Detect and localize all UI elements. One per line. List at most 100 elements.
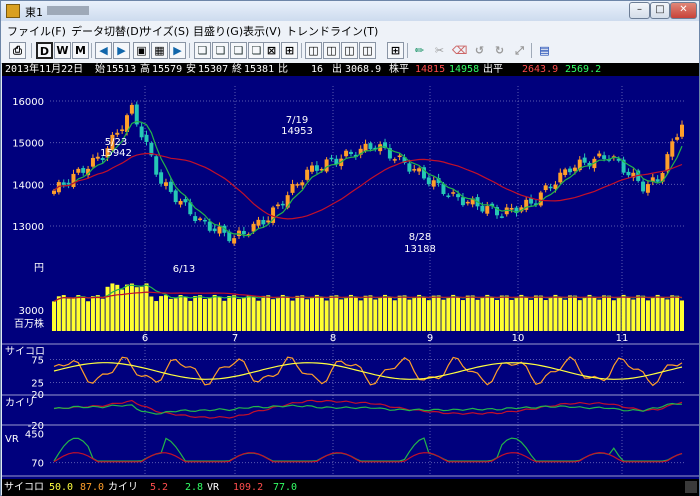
draw-trendline-button[interactable]: ✏ xyxy=(411,42,428,59)
volume-bar xyxy=(300,295,305,331)
candle-body xyxy=(465,201,470,204)
square-icon: ▣ xyxy=(136,44,147,57)
annotation-date: 8/28 xyxy=(409,232,431,243)
panel-layout-button-1[interactable]: ◫ xyxy=(305,42,322,59)
tile-button[interactable]: ⊞ xyxy=(387,42,404,59)
volume-bar xyxy=(431,295,436,331)
volume-bar xyxy=(378,297,383,331)
volume-bar xyxy=(305,299,310,331)
volume-bar xyxy=(81,296,86,331)
maximize-button[interactable]: □ xyxy=(650,2,670,19)
volume-bar xyxy=(504,295,509,331)
panel-icon: ◫ xyxy=(362,44,373,57)
volume-bar xyxy=(421,297,426,331)
candle-body xyxy=(655,179,660,182)
jump-end-button[interactable]: ▶ xyxy=(169,42,186,59)
menu-file[interactable]: ファイル(F) xyxy=(7,23,66,39)
chart-area[interactable]: 16000 15000 14000 13000 円 3000 百万株 6 7 8 9 10 11 5/23… xyxy=(2,76,699,479)
monthly-button[interactable]: M xyxy=(72,42,89,59)
fit-button[interactable]: ⤢ xyxy=(511,42,528,59)
scissors-icon: ✂ xyxy=(434,44,445,57)
candle-body xyxy=(81,168,86,173)
volume-bar xyxy=(76,295,81,331)
panel-layout-button-2[interactable]: ◫ xyxy=(323,42,340,59)
menu-scale[interactable]: 目盛り(G) xyxy=(193,23,243,39)
menu-size[interactable]: サイズ(S) xyxy=(141,23,189,39)
expand-icon: ⤢ xyxy=(515,44,524,57)
weekly-button[interactable]: W xyxy=(54,42,71,59)
grid-button[interactable]: ⊞ xyxy=(281,42,298,59)
print-button[interactable]: ⎙ xyxy=(9,42,26,59)
month-label: 9 xyxy=(427,333,433,344)
candle-body xyxy=(392,159,397,161)
volume-bar xyxy=(451,294,456,331)
volume-bar xyxy=(460,300,465,331)
candle-body xyxy=(295,184,300,186)
price-tick-label: 16000 xyxy=(12,97,44,108)
undo-button[interactable]: ↺ xyxy=(471,42,488,59)
quote-bar: 2013年11月22日 始 15513 高 15579 安 15307 終 15… xyxy=(2,63,699,76)
volume-bar xyxy=(480,297,485,331)
stock-chart[interactable]: 16000 15000 14000 13000 円 3000百万株 6 7 8 9 10 11 5/23… xyxy=(2,76,699,479)
window-layout-button-1[interactable]: ❏ xyxy=(194,42,211,59)
volume-bar xyxy=(621,294,626,331)
menu-data-switch[interactable]: データ切替(D) xyxy=(71,23,143,39)
resize-grip-icon[interactable] xyxy=(685,481,697,493)
quote-date: 2013年11月22日 xyxy=(5,64,84,75)
low-label: 安 xyxy=(186,64,196,75)
month-label: 8 xyxy=(330,333,336,344)
close-button[interactable]: ✕ xyxy=(670,2,697,19)
zoom-out-button[interactable]: ▦ xyxy=(151,42,168,59)
candle-body xyxy=(202,219,207,222)
minimize-button[interactable]: – xyxy=(629,2,650,19)
windows-icon: ❏ xyxy=(233,44,244,57)
volume-bar xyxy=(163,295,168,331)
volume-bar xyxy=(241,298,246,331)
scroll-left-button[interactable]: ◀ xyxy=(95,42,112,59)
panel-layout-button-3[interactable]: ◫ xyxy=(341,42,358,59)
panel-icon: ◫ xyxy=(344,44,355,57)
panel-layout-button-4[interactable]: ◫ xyxy=(359,42,376,59)
volume-group xyxy=(52,283,684,331)
volume-bar xyxy=(611,300,616,331)
candle-body xyxy=(168,181,173,192)
daily-button[interactable]: D xyxy=(36,42,53,59)
toolbar-separator xyxy=(301,43,302,58)
high-price: 15579 xyxy=(152,64,183,75)
candle-body xyxy=(241,231,246,235)
menu-trendline[interactable]: トレンドライン(T) xyxy=(286,23,378,39)
volume-unit-label: 百万株 xyxy=(14,317,44,330)
month-label: 10 xyxy=(512,333,525,344)
chart-settings-button[interactable]: ▤ xyxy=(536,42,553,59)
zoom-in-button[interactable]: ▣ xyxy=(133,42,150,59)
annotation-date: 7/19 xyxy=(286,115,308,126)
volume-bar xyxy=(660,297,665,331)
candle-body xyxy=(261,219,266,225)
volume-bar xyxy=(56,296,61,331)
volume-bar xyxy=(582,297,587,331)
window-layout-button-2[interactable]: ❏ xyxy=(212,42,229,59)
scroll-right-button[interactable]: ▶ xyxy=(113,42,130,59)
volume-bar xyxy=(353,296,358,331)
grid-icon: ⊞ xyxy=(284,44,295,57)
volume-bar xyxy=(173,298,178,331)
redo-button[interactable]: ↻ xyxy=(491,42,508,59)
blurred-title-text xyxy=(47,6,89,15)
title-bar[interactable]: 東1 – □ ✕ xyxy=(1,1,699,21)
window-layout-button-3[interactable]: ❏ xyxy=(230,42,247,59)
candle-body xyxy=(431,180,436,187)
candle-body xyxy=(310,165,315,172)
volume-bar xyxy=(125,284,130,331)
candle-body xyxy=(280,203,285,206)
candle-body xyxy=(582,157,587,163)
close-chart-button[interactable]: ⊠ xyxy=(263,42,280,59)
volume-bar xyxy=(222,300,227,331)
menu-view[interactable]: 表示(V) xyxy=(243,23,281,39)
candle-body xyxy=(548,186,553,189)
volume-bar xyxy=(261,295,266,331)
delete-line-button[interactable]: ✂ xyxy=(431,42,448,59)
volume-bar xyxy=(626,297,631,331)
eraser-button[interactable]: ⌫ xyxy=(451,42,468,59)
volume-bar xyxy=(387,297,392,331)
candle-body xyxy=(446,195,451,197)
